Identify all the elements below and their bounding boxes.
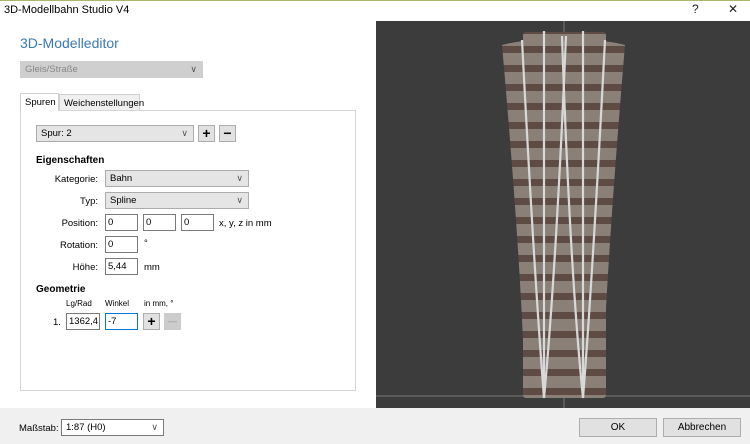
- ok-button[interactable]: OK: [579, 418, 657, 437]
- col-unit-header: in mm, °: [144, 299, 174, 308]
- window-title: 3D-Modellbahn Studio V4: [4, 4, 130, 16]
- kategorie-select[interactable]: Bahn ∨: [105, 170, 249, 187]
- scale-select[interactable]: 1:87 (H0) ∨: [61, 419, 164, 436]
- geometry-heading: Geometrie: [36, 284, 86, 295]
- col-length-header: Lg/Rad: [66, 299, 92, 308]
- rotation-input[interactable]: 0: [105, 236, 138, 253]
- window-border: [0, 0, 750, 1]
- cancel-button[interactable]: Abbrechen: [663, 418, 741, 437]
- 3d-viewport[interactable]: [376, 21, 750, 408]
- model-type-value: Gleis/Straße: [25, 64, 78, 75]
- chevron-down-icon: ∨: [151, 422, 158, 432]
- model-type-select: Gleis/Straße ∨: [20, 61, 203, 78]
- rotation-label: Rotation:: [59, 240, 98, 251]
- geometry-row-index: 1.: [53, 317, 61, 328]
- properties-heading: Eigenschaften: [36, 155, 105, 166]
- rotation-unit: °: [144, 238, 148, 249]
- typ-label: Typ:: [80, 196, 98, 207]
- kategorie-value: Bahn: [110, 173, 133, 184]
- track-preview: [376, 21, 750, 408]
- position-y-input[interactable]: 0: [143, 214, 176, 231]
- tab-spuren[interactable]: Spuren: [20, 93, 59, 111]
- position-x-input[interactable]: 0: [105, 214, 138, 231]
- scale-label: Maßstab:: [19, 423, 59, 434]
- geometry-angle-input[interactable]: -7: [105, 313, 138, 330]
- remove-track-button[interactable]: −: [219, 125, 236, 142]
- tab-weichenstellungen[interactable]: Weichenstellungen: [59, 94, 144, 111]
- track-select[interactable]: Spur: 2 ∨: [36, 125, 194, 142]
- chevron-down-icon: ∨: [236, 173, 243, 183]
- col-angle-header: Winkel: [105, 299, 130, 308]
- chevron-down-icon: ∨: [181, 128, 188, 138]
- add-track-button[interactable]: +: [198, 125, 215, 142]
- remove-segment-button: —: [164, 313, 181, 330]
- chevron-down-icon: ∨: [190, 64, 197, 74]
- track-select-value: Spur: 2: [41, 128, 72, 139]
- page-title: 3D-Modelleditor: [20, 35, 119, 51]
- geometry-length-input[interactable]: 1362,4: [66, 313, 100, 330]
- scale-value: 1:87 (H0): [66, 422, 106, 433]
- hoehe-input[interactable]: 5,44: [105, 258, 138, 275]
- typ-value: Spline: [110, 195, 137, 206]
- hoehe-label: Höhe:: [72, 262, 98, 273]
- chevron-down-icon: ∨: [236, 195, 243, 205]
- close-button[interactable]: ✕: [728, 2, 738, 16]
- help-button[interactable]: ?: [692, 2, 699, 16]
- kategorie-label: Kategorie:: [54, 174, 98, 185]
- hoehe-unit: mm: [144, 262, 160, 273]
- position-label: Position:: [61, 218, 98, 229]
- typ-select[interactable]: Spline ∨: [105, 192, 249, 209]
- add-segment-button[interactable]: +: [143, 313, 160, 330]
- position-z-input[interactable]: 0: [181, 214, 214, 231]
- position-unit: x, y, z in mm: [219, 218, 272, 229]
